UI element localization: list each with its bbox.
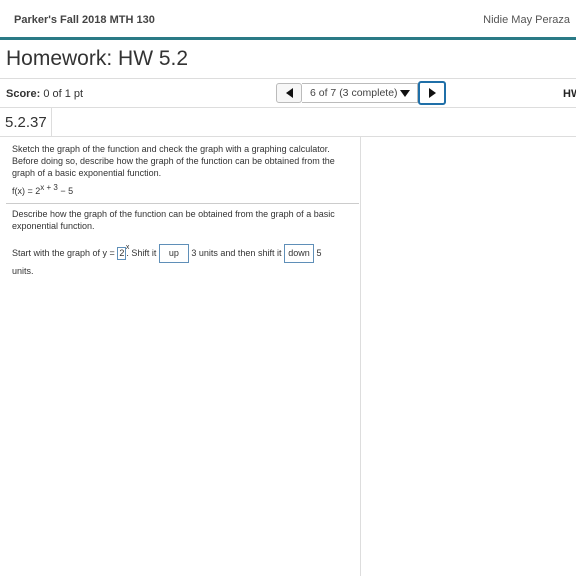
divider bbox=[0, 136, 576, 137]
base-exponent: x bbox=[125, 243, 130, 251]
score-bar: Score: 0 of 1 pt 6 of 7 (3 complete) HW bbox=[0, 78, 576, 108]
function-expression: f(x) = 2x + 3 − 5 bbox=[12, 183, 73, 196]
answer-units-text: units. bbox=[12, 266, 34, 276]
function-exponent: x + 3 bbox=[40, 183, 58, 192]
hw-link[interactable]: HW bbox=[563, 88, 576, 100]
user-name[interactable]: Nidie May Peraza bbox=[483, 14, 570, 26]
answer-end-number: 5 bbox=[316, 247, 322, 258]
base-value: 2 bbox=[119, 247, 125, 258]
answer-sentence: Start with the graph of y = 2x. Shift it… bbox=[12, 244, 356, 279]
function-rhs: − 5 bbox=[57, 186, 74, 196]
shift-direction-1-box[interactable]: up bbox=[158, 244, 189, 263]
answer-mid-text: 3 units and then shift it bbox=[191, 247, 282, 258]
arrow-left-icon bbox=[285, 88, 293, 98]
question-selector-label: 6 of 7 (3 complete) bbox=[310, 87, 398, 99]
divider bbox=[6, 203, 359, 204]
answer-shift-text: . Shift it bbox=[126, 247, 157, 258]
function-lhs: f(x) = 2 bbox=[12, 186, 41, 196]
next-question-button[interactable] bbox=[418, 81, 446, 105]
top-bar: Parker's Fall 2018 MTH 130 Nidie May Per… bbox=[0, 0, 576, 40]
question-selector[interactable]: 6 of 7 (3 complete) bbox=[302, 83, 418, 103]
describe-instruction: Describe how the graph of the function c… bbox=[12, 209, 335, 231]
question-number: 5.2.37 bbox=[0, 108, 52, 136]
answer-start-text: Start with the graph of y = bbox=[12, 247, 115, 258]
score-label: Score: bbox=[6, 88, 41, 100]
page-title: Homework: HW 5.2 bbox=[6, 47, 189, 70]
score: Score: 0 of 1 pt bbox=[6, 88, 83, 100]
question-prompt: Sketch the graph of the function and che… bbox=[12, 144, 335, 178]
base-answer-box[interactable]: 2x bbox=[117, 244, 129, 260]
arrow-right-icon bbox=[428, 88, 436, 98]
score-value: 0 of 1 pt bbox=[43, 88, 84, 100]
pane-divider bbox=[360, 137, 361, 576]
shift-direction-2-box[interactable]: down bbox=[283, 244, 314, 263]
course-title[interactable]: Parker's Fall 2018 MTH 130 bbox=[14, 14, 155, 26]
previous-question-button[interactable] bbox=[276, 83, 302, 103]
caret-down-icon bbox=[400, 90, 410, 97]
